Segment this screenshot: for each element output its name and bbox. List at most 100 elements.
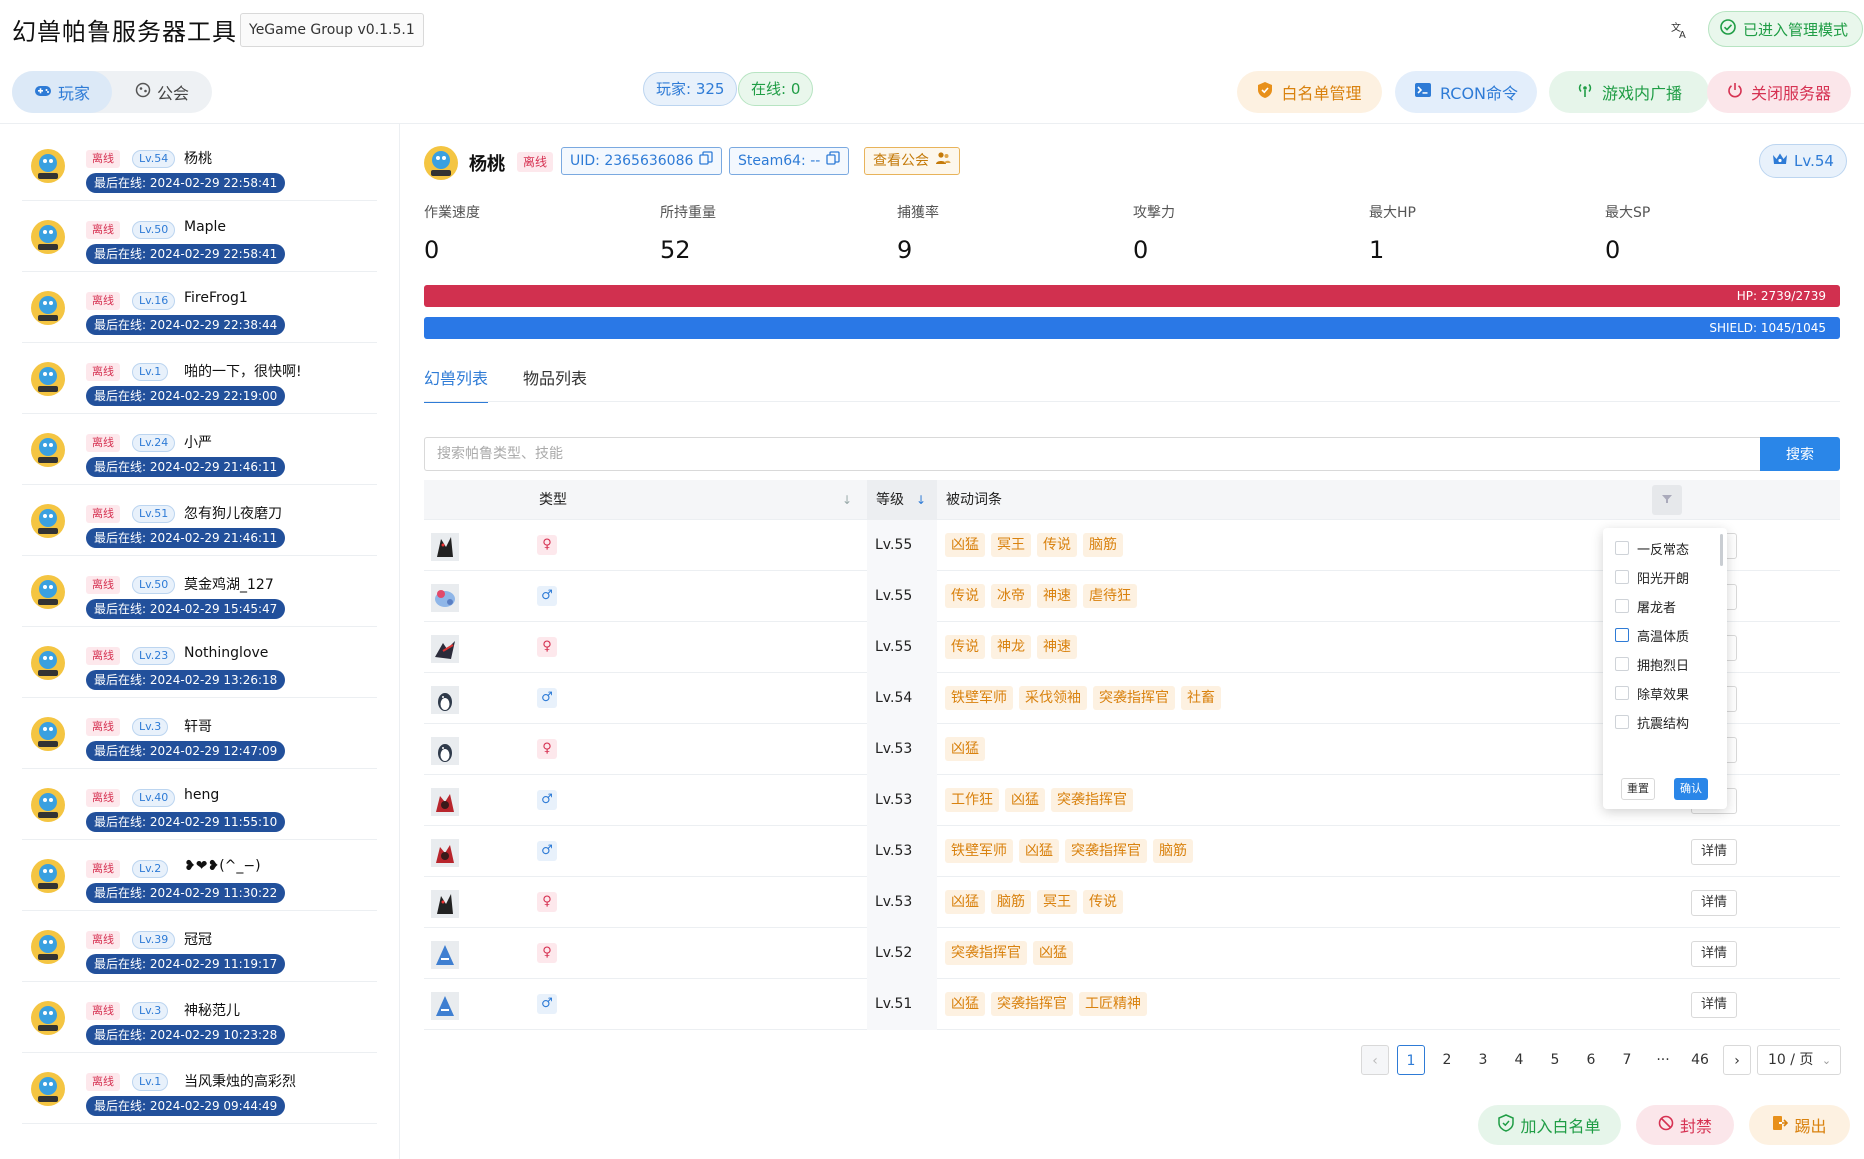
- page-number[interactable]: 46: [1686, 1045, 1714, 1075]
- checkbox[interactable]: [1615, 628, 1629, 642]
- rcon-command-button[interactable]: RCON命令: [1395, 71, 1537, 113]
- view-guild-button[interactable]: 查看公会: [864, 147, 960, 175]
- col-type: 类型: [539, 492, 567, 508]
- table-row[interactable]: ♂ Lv.51 凶猛 突袭指挥官 工匠精神 详情: [424, 979, 1840, 1030]
- table-row[interactable]: ♂ Lv.53 铁壁军师 凶猛 突袭指挥官 脑筋 详情: [424, 826, 1840, 877]
- view-guild-label: 查看公会: [873, 153, 929, 169]
- translate-icon[interactable]: 文A: [1664, 14, 1696, 46]
- player-list-item[interactable]: 离线 Lv.51 忽有狗儿夜磨刀 最后在线: 2024-02-29 21:46:11: [22, 485, 377, 556]
- page-number[interactable]: 7: [1613, 1045, 1641, 1075]
- main-tab-switch: 玩家 公会: [12, 71, 212, 113]
- player-list-item[interactable]: 离线 Lv.24 小严 最后在线: 2024-02-29 21:46:11: [22, 414, 377, 485]
- player-list-item[interactable]: 离线 Lv.54 杨桃 最后在线: 2024-02-29 22:58:41: [22, 130, 377, 201]
- checkbox[interactable]: [1615, 657, 1629, 671]
- passive-skill-tag: 突袭指挥官: [1065, 839, 1147, 863]
- page-number[interactable]: 6: [1577, 1045, 1605, 1075]
- player-name: 小严: [184, 435, 212, 451]
- passive-skill-list: 工作狂 凶猛 突袭指挥官: [945, 788, 1133, 812]
- filter-option[interactable]: 屠龙者: [1615, 596, 1676, 616]
- detail-button[interactable]: 详情: [1691, 839, 1737, 865]
- filter-option-label: 抗震结构: [1637, 716, 1690, 732]
- filter-option[interactable]: 拥抱烈日: [1615, 654, 1689, 674]
- admin-mode-badge[interactable]: 已进入管理模式: [1708, 11, 1864, 47]
- filter-reset-button[interactable]: 重置: [1621, 778, 1655, 800]
- search-button[interactable]: 搜索: [1760, 437, 1840, 471]
- detail-button[interactable]: 详情: [1691, 890, 1737, 916]
- player-list-item[interactable]: 离线 Lv.1 啪的一下，很快啊! 最后在线: 2024-02-29 22:19:00: [22, 343, 377, 414]
- filter-icon[interactable]: [1652, 485, 1682, 515]
- player-list-item[interactable]: 离线 Lv.3 神秘范儿 最后在线: 2024-02-29 10:23:28: [22, 982, 377, 1053]
- page-number[interactable]: 3: [1469, 1045, 1497, 1075]
- ban-button[interactable]: 封禁: [1636, 1105, 1734, 1145]
- passive-skill-tag: 凶猛: [1005, 788, 1045, 812]
- sort-level-icon[interactable]: ↓: [916, 480, 926, 520]
- player-list-item[interactable]: 离线 Lv.50 莫金鸡湖_127 最后在线: 2024-02-29 15:45:47: [22, 556, 377, 627]
- shutdown-server-button[interactable]: 关闭服务器: [1707, 71, 1851, 113]
- tab-players[interactable]: 玩家: [12, 71, 112, 113]
- table-row[interactable]: ♀ Lv.53 凶猛 脑筋 冥王 传说 详情: [424, 877, 1840, 928]
- tab-pal-list[interactable]: 幻兽列表: [424, 365, 489, 403]
- filter-confirm-button[interactable]: 确认: [1674, 778, 1708, 800]
- prev-page-button[interactable]: ‹: [1361, 1045, 1389, 1075]
- player-list-item[interactable]: 离线 Lv.40 heng 最后在线: 2024-02-29 11:55:10: [22, 769, 377, 840]
- broadcast-button[interactable]: 游戏内广播: [1549, 71, 1709, 113]
- add-whitelist-button[interactable]: 加入白名单: [1478, 1105, 1621, 1145]
- player-list-item[interactable]: 离线 Lv.16 FireFrog1 最后在线: 2024-02-29 22:38:4…: [22, 272, 377, 343]
- player-list-item[interactable]: 离线 Lv.23 Nothinglove 最后在线: 2024-02-29 13:26…: [22, 627, 377, 698]
- passive-skill-tag: 铁壁军师: [945, 686, 1013, 710]
- player-list-item[interactable]: 离线 Lv.2 ❥❤❥(^_−) 最后在线: 2024-02-29 11:30:22: [22, 840, 377, 911]
- checkbox[interactable]: [1615, 686, 1629, 700]
- sort-type-icon[interactable]: ↓: [842, 480, 852, 520]
- page-number[interactable]: 1: [1397, 1045, 1425, 1075]
- player-list-item[interactable]: 离线 Lv.1 当风秉烛的高彩烈 最后在线: 2024-02-29 09:44:49: [22, 1053, 377, 1124]
- tab-item-list[interactable]: 物品列表: [523, 365, 587, 401]
- passive-skill-tag: 社畜: [1181, 686, 1221, 710]
- pal-search-input[interactable]: [424, 437, 1760, 471]
- checkbox[interactable]: [1615, 570, 1629, 584]
- player-name: 忽有狗儿夜磨刀: [184, 506, 282, 522]
- filter-option[interactable]: 除草效果: [1615, 683, 1689, 703]
- table-row[interactable]: ♀ Lv.52 突袭指挥官 凶猛 详情: [424, 928, 1840, 979]
- whitelist-manage-button[interactable]: 白名单管理: [1237, 71, 1382, 113]
- page-size-select[interactable]: 10 / 页 ⌄: [1757, 1045, 1841, 1075]
- page-number[interactable]: 4: [1505, 1045, 1533, 1075]
- passive-skill-tag: 凶猛: [945, 737, 985, 761]
- kick-button[interactable]: 踢出: [1749, 1105, 1850, 1145]
- filter-option[interactable]: 阳光开朗: [1615, 567, 1689, 587]
- passive-skill-tag: 神龙: [991, 635, 1031, 659]
- stat-item: 最大SP 0: [1605, 202, 1650, 264]
- dark-pal-icon: [431, 533, 459, 561]
- checkbox[interactable]: [1615, 541, 1629, 555]
- status-badge: 离线: [86, 292, 120, 310]
- filter-scrollbar[interactable]: [1720, 534, 1723, 566]
- player-list-item[interactable]: 离线 Lv.50 Maple 最后在线: 2024-02-29 22:58:41: [22, 201, 377, 272]
- player-list-item[interactable]: 离线 Lv.39 冠冠 最后在线: 2024-02-29 11:19:17: [22, 911, 377, 982]
- page-number[interactable]: 2: [1433, 1045, 1461, 1075]
- filter-option[interactable]: 高温体质: [1615, 625, 1689, 645]
- tab-guilds[interactable]: 公会: [112, 71, 212, 113]
- player-name: 神秘范儿: [184, 1003, 240, 1019]
- rcon-command-label: RCON命令: [1439, 84, 1519, 103]
- player-name: ❥❤❥(^_−): [184, 858, 261, 874]
- level-badge: Lv.24: [132, 434, 176, 452]
- player-list-item[interactable]: 离线 Lv.3 轩哥 最后在线: 2024-02-29 12:47:09: [22, 698, 377, 769]
- male-icon: ♂: [537, 586, 557, 606]
- checkbox[interactable]: [1615, 715, 1629, 729]
- passive-filter-dropdown: 一反常态阳光开朗屠龙者高温体质拥抱烈日除草效果抗震结构 重置 确认: [1603, 528, 1727, 809]
- filter-option[interactable]: 一反常态: [1615, 538, 1689, 558]
- broadcast-icon: [1576, 82, 1594, 102]
- sidebar-divider: [399, 124, 400, 1159]
- passive-skill-tag: 冥王: [991, 533, 1031, 557]
- filter-option[interactable]: 抗震结构: [1615, 712, 1689, 732]
- detail-button[interactable]: 详情: [1691, 992, 1737, 1018]
- passive-skill-tag: 突袭指挥官: [991, 992, 1073, 1016]
- checkbox[interactable]: [1615, 599, 1629, 613]
- uid-copy-chip[interactable]: UID: 2365636086: [561, 147, 723, 175]
- detail-button[interactable]: 详情: [1691, 941, 1737, 967]
- col-level[interactable]: 等级: [876, 480, 904, 520]
- page-ellipsis[interactable]: ···: [1649, 1045, 1677, 1075]
- next-page-button[interactable]: ›: [1723, 1045, 1751, 1075]
- page-number[interactable]: 5: [1541, 1045, 1569, 1075]
- passive-skill-tag: 工匠精神: [1079, 992, 1147, 1016]
- steam-copy-chip[interactable]: Steam64: --: [729, 147, 850, 175]
